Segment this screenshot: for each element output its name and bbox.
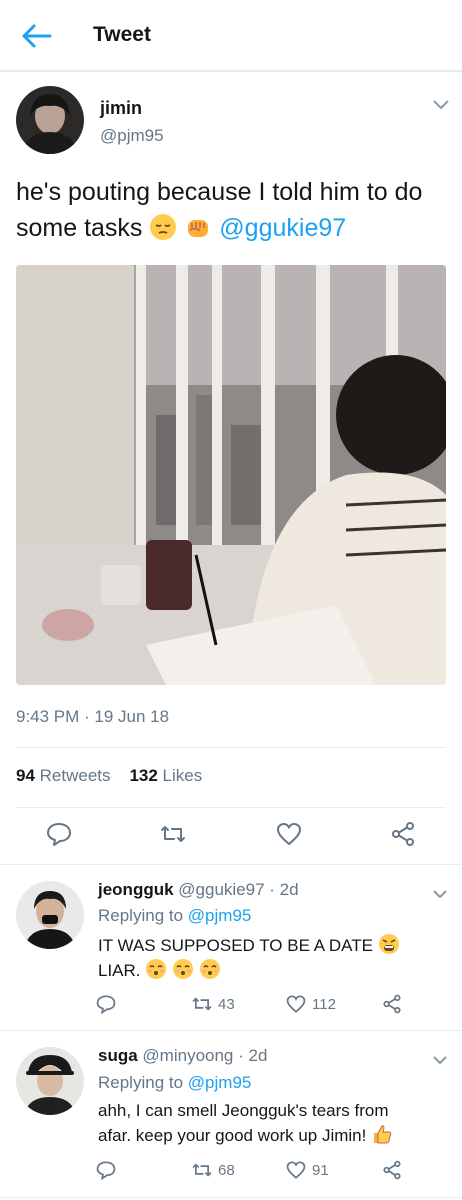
- chevron-down-icon[interactable]: [432, 98, 450, 112]
- replying-prefix: Replying to: [98, 1073, 184, 1092]
- divider: [0, 864, 462, 865]
- top-bar: Tweet: [0, 0, 462, 72]
- reply-action-bar: 68 91: [96, 1159, 416, 1181]
- thumbs-up-emoji-icon: [371, 1123, 393, 1145]
- share-icon[interactable]: [382, 993, 402, 1015]
- like-icon: [286, 995, 306, 1013]
- divider: [0, 1197, 462, 1198]
- reply-header: suga @minyoong · 2d: [98, 1046, 267, 1066]
- chevron-down-icon[interactable]: [432, 1053, 448, 1065]
- retweet-button[interactable]: 43: [192, 993, 235, 1015]
- retweet-icon[interactable]: [160, 821, 186, 847]
- retweet-count: 43: [218, 995, 235, 1013]
- reply-text-line1: IT WAS SUPPOSED TO BE A DATE: [98, 936, 373, 955]
- reply-author-name[interactable]: jeongguk: [98, 880, 174, 899]
- kissing-face-emoji-icon: [199, 958, 221, 980]
- replying-to-link[interactable]: @pjm95: [188, 906, 252, 925]
- screaming-face-emoji-icon: [378, 933, 400, 955]
- divider: [16, 807, 446, 808]
- avatar[interactable]: [16, 1047, 84, 1115]
- replying-to-link[interactable]: @pjm95: [188, 1073, 252, 1092]
- reply-text: IT WAS SUPPOSED TO BE A DATE LIAR.: [98, 933, 438, 983]
- pensive-face-emoji-icon: [149, 213, 177, 241]
- retweet-icon: [192, 997, 212, 1011]
- reply-time: · 2d: [238, 1046, 268, 1065]
- page-title: Tweet: [93, 23, 151, 46]
- author-name[interactable]: jimin: [100, 98, 142, 119]
- retweet-icon: [192, 1163, 212, 1177]
- like-button[interactable]: 112: [286, 993, 336, 1015]
- tweet-photo[interactable]: [16, 265, 446, 685]
- reply-author-name[interactable]: suga: [98, 1046, 138, 1065]
- author-handle[interactable]: @pjm95: [100, 126, 164, 146]
- divider: [0, 1030, 462, 1031]
- like-icon: [286, 1161, 306, 1179]
- share-icon[interactable]: [382, 1159, 402, 1181]
- reply-text-line1: ahh, I can smell Jeongguk's tears from: [98, 1101, 389, 1120]
- retweet-label[interactable]: Retweets: [40, 766, 111, 785]
- reply-author-handle[interactable]: @minyoong: [142, 1046, 233, 1065]
- divider: [16, 747, 446, 748]
- replying-prefix: Replying to: [98, 906, 184, 925]
- reply-text-line2: afar. keep your good work up Jimin!: [98, 1126, 367, 1145]
- chevron-down-icon[interactable]: [432, 887, 448, 899]
- reply-header: jeongguk @ggukie97 · 2d: [98, 880, 299, 900]
- reply-author-handle[interactable]: @ggukie97: [178, 880, 264, 899]
- retweet-button[interactable]: 68: [192, 1159, 235, 1181]
- avatar[interactable]: [16, 86, 84, 154]
- tweet-text: he's pouting because I told him to do so…: [16, 174, 446, 246]
- reply-text: ahh, I can smell Jeongguk's tears from a…: [98, 1099, 448, 1148]
- mention-link[interactable]: @ggukie97: [219, 214, 346, 242]
- like-icon[interactable]: [276, 821, 302, 847]
- kissing-face-emoji-icon: [172, 958, 194, 980]
- tweet-timestamp: 9:43 PM · 19 Jun 18: [16, 707, 170, 726]
- reply-action-bar: 43 112: [96, 993, 416, 1015]
- avatar[interactable]: [16, 881, 84, 949]
- like-count: 91: [312, 1161, 329, 1179]
- retweet-count: 68: [218, 1161, 235, 1179]
- like-count[interactable]: 132: [129, 766, 157, 785]
- like-label[interactable]: Likes: [163, 766, 203, 785]
- replying-to: Replying to @pjm95: [98, 906, 251, 926]
- retweet-count[interactable]: 94: [16, 766, 35, 785]
- reply-icon[interactable]: [96, 993, 116, 1015]
- tweet-action-bar: [0, 821, 462, 857]
- reply-icon[interactable]: [96, 1159, 116, 1181]
- kissing-face-emoji-icon: [145, 958, 167, 980]
- back-arrow-icon[interactable]: [20, 22, 54, 50]
- like-button[interactable]: 91: [286, 1159, 329, 1181]
- fist-emoji-icon: [184, 213, 212, 241]
- reply-icon[interactable]: [46, 821, 72, 847]
- share-icon[interactable]: [390, 821, 416, 847]
- reply-text-line2: LIAR.: [98, 961, 141, 980]
- like-count: 112: [312, 995, 336, 1013]
- tweet-stats: 94 Retweets 132 Likes: [16, 766, 202, 786]
- reply-time: · 2d: [269, 880, 299, 899]
- replying-to: Replying to @pjm95: [98, 1073, 251, 1093]
